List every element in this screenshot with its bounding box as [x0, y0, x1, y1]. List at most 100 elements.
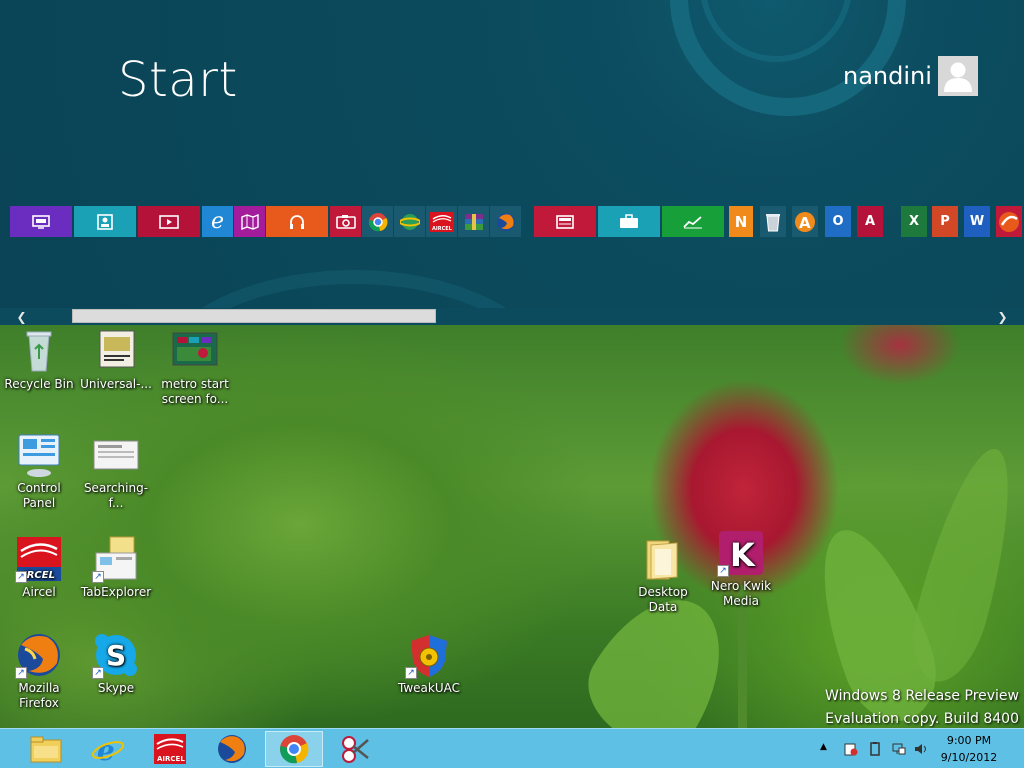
news-icon — [556, 214, 574, 229]
tile-video[interactable] — [138, 206, 200, 237]
desktop-icon-searching[interactable]: Searching-f... — [77, 431, 155, 511]
background-swirl — [150, 270, 558, 308]
tile-internet-explorer[interactable]: e — [202, 206, 233, 237]
tile-excel[interactable]: X — [901, 206, 927, 237]
ie-icon: e — [210, 209, 225, 234]
tile-aircel[interactable]: AIRCEL — [426, 206, 457, 237]
desktop-icon-label: Recycle Bin — [4, 377, 74, 391]
desktop-icon-tweakuac[interactable]: ↗ TweakUAC — [390, 631, 468, 696]
shortcut-arrow-icon: ↗ — [15, 667, 27, 679]
skype-icon: S ↗ — [92, 631, 140, 679]
nero-icon: N — [734, 212, 748, 231]
camera-icon — [335, 215, 356, 229]
control-panel-icon — [15, 431, 63, 479]
desktop-icon-recycle-bin[interactable]: Recycle Bin — [0, 327, 78, 392]
desktop-icon-label: Universal-... — [80, 377, 152, 391]
tile-globe-app[interactable] — [394, 206, 425, 237]
tile-finance[interactable] — [662, 206, 724, 237]
firefox-icon — [496, 212, 515, 231]
tile-recycle-bin[interactable] — [760, 206, 786, 237]
user-avatar[interactable] — [938, 56, 978, 96]
wallpaper-leaf — [900, 440, 1024, 690]
desktop-icon-desktop-data[interactable]: Desktop Data — [624, 535, 702, 615]
aircel-icon: IRCEL ↗ — [15, 535, 63, 583]
tile-firefox[interactable] — [490, 206, 521, 237]
access-icon: A — [864, 214, 876, 229]
desktop-icon-label: Desktop Data — [638, 585, 688, 614]
chrome-icon — [368, 212, 388, 231]
desktop-icon-label: Nero Kwik Media — [710, 579, 772, 608]
desktop-icon-label: metro start screen fo... — [161, 377, 229, 406]
firefox-icon — [218, 735, 246, 763]
desktop-icon-skype[interactable]: S ↗ Skype — [77, 631, 155, 696]
tile-chrome[interactable] — [362, 206, 393, 237]
taskbar-file-explorer[interactable] — [17, 731, 75, 767]
show-hidden-icons[interactable]: ▲ — [820, 742, 834, 756]
map-icon — [240, 213, 259, 230]
person-card-icon — [97, 213, 113, 230]
outlook-icon: O — [832, 214, 844, 229]
start-screen: Start nandini e AIRCEL N A O A X P W — [0, 0, 1024, 308]
tile-powerpoint[interactable]: P — [932, 206, 958, 237]
desktop-icon-control-panel[interactable]: Control Panel — [0, 431, 78, 511]
action-center-icon[interactable] — [844, 741, 858, 756]
battery-icon[interactable] — [868, 741, 882, 756]
tile-music[interactable] — [266, 206, 328, 237]
tile-nero[interactable]: N — [729, 206, 753, 237]
os-watermark: Windows 8 Release Preview Evaluation cop… — [825, 685, 1019, 731]
tile-outlook[interactable]: O — [825, 206, 851, 237]
tile-news[interactable] — [534, 206, 596, 237]
desktop-icon-universal[interactable]: Universal-... — [77, 327, 155, 392]
scroll-right-icon[interactable]: ❯ — [994, 308, 1011, 325]
svg-text:AIRCEL: AIRCEL — [157, 755, 185, 763]
desktop-icon-firefox[interactable]: ↗ Mozilla Firefox — [0, 631, 78, 711]
taskbar-internet-explorer[interactable]: e — [79, 731, 137, 767]
tile-people[interactable] — [74, 206, 136, 237]
scroll-thumb[interactable] — [72, 309, 436, 323]
app-icon — [999, 211, 1019, 232]
volume-icon[interactable] — [914, 741, 928, 755]
shortcut-arrow-icon: ↗ — [92, 667, 104, 679]
desktop-icon-nero-kwik[interactable]: K ↗ Nero Kwik Media — [702, 529, 780, 609]
start-scrollbar[interactable]: ❮ ❯ — [0, 308, 1024, 325]
word-icon: W — [969, 214, 985, 229]
tile-maps[interactable] — [234, 206, 265, 237]
trash-icon — [766, 213, 780, 231]
tile-travel[interactable] — [598, 206, 660, 237]
taskbar-snipping-tool[interactable] — [327, 731, 385, 767]
aircel-icon: AIRCEL — [154, 734, 186, 764]
tile-strip: e AIRCEL N A O A X P W — [0, 206, 1024, 237]
user-name[interactable]: nandini — [843, 62, 932, 90]
scroll-left-icon[interactable]: ❮ — [13, 308, 30, 325]
desktop-icon-label: TabExplorer — [80, 585, 152, 599]
desktop-icon-tabexplorer[interactable]: ↗ TabExplorer — [77, 535, 155, 600]
tweakuac-icon: ↗ — [405, 631, 453, 679]
folder-icon — [639, 535, 687, 583]
desktop-icon-label: Control Panel — [17, 481, 61, 510]
taskbar: e AIRCEL ▲ 9:00 PM 9/10/2012 — [0, 728, 1024, 768]
video-icon — [159, 214, 179, 229]
tile-app-red[interactable] — [996, 206, 1022, 237]
tile-word[interactable]: W — [964, 206, 990, 237]
tile-camera[interactable] — [330, 206, 361, 237]
start-title: Start — [118, 52, 238, 108]
winrar-icon — [464, 213, 483, 230]
tile-winrar[interactable] — [458, 206, 489, 237]
taskbar-chrome[interactable] — [265, 731, 323, 767]
desktop-icon-metro-start[interactable]: metro start screen fo... — [156, 327, 234, 407]
watermark-line: Windows 8 Release Preview — [825, 688, 1019, 704]
tile-remote-desktop[interactable] — [10, 206, 72, 237]
image-file-icon — [171, 327, 219, 375]
taskbar-aircel[interactable]: AIRCEL — [141, 731, 199, 767]
clock[interactable]: 9:00 PM 9/10/2012 — [934, 732, 1004, 766]
shortcut-arrow-icon: ↗ — [405, 667, 417, 679]
suitcase-icon — [620, 214, 638, 228]
taskbar-firefox[interactable] — [203, 731, 261, 767]
tile-access[interactable]: A — [857, 206, 883, 237]
svg-text:IRCEL: IRCEL — [23, 570, 55, 581]
desktop-icon-label: Aircel — [22, 585, 56, 599]
desktop-icon-aircel[interactable]: IRCEL ↗ Aircel — [0, 535, 78, 600]
ie-icon: e — [91, 734, 125, 764]
tile-avast[interactable]: A — [792, 206, 818, 237]
network-icon[interactable] — [892, 741, 906, 755]
